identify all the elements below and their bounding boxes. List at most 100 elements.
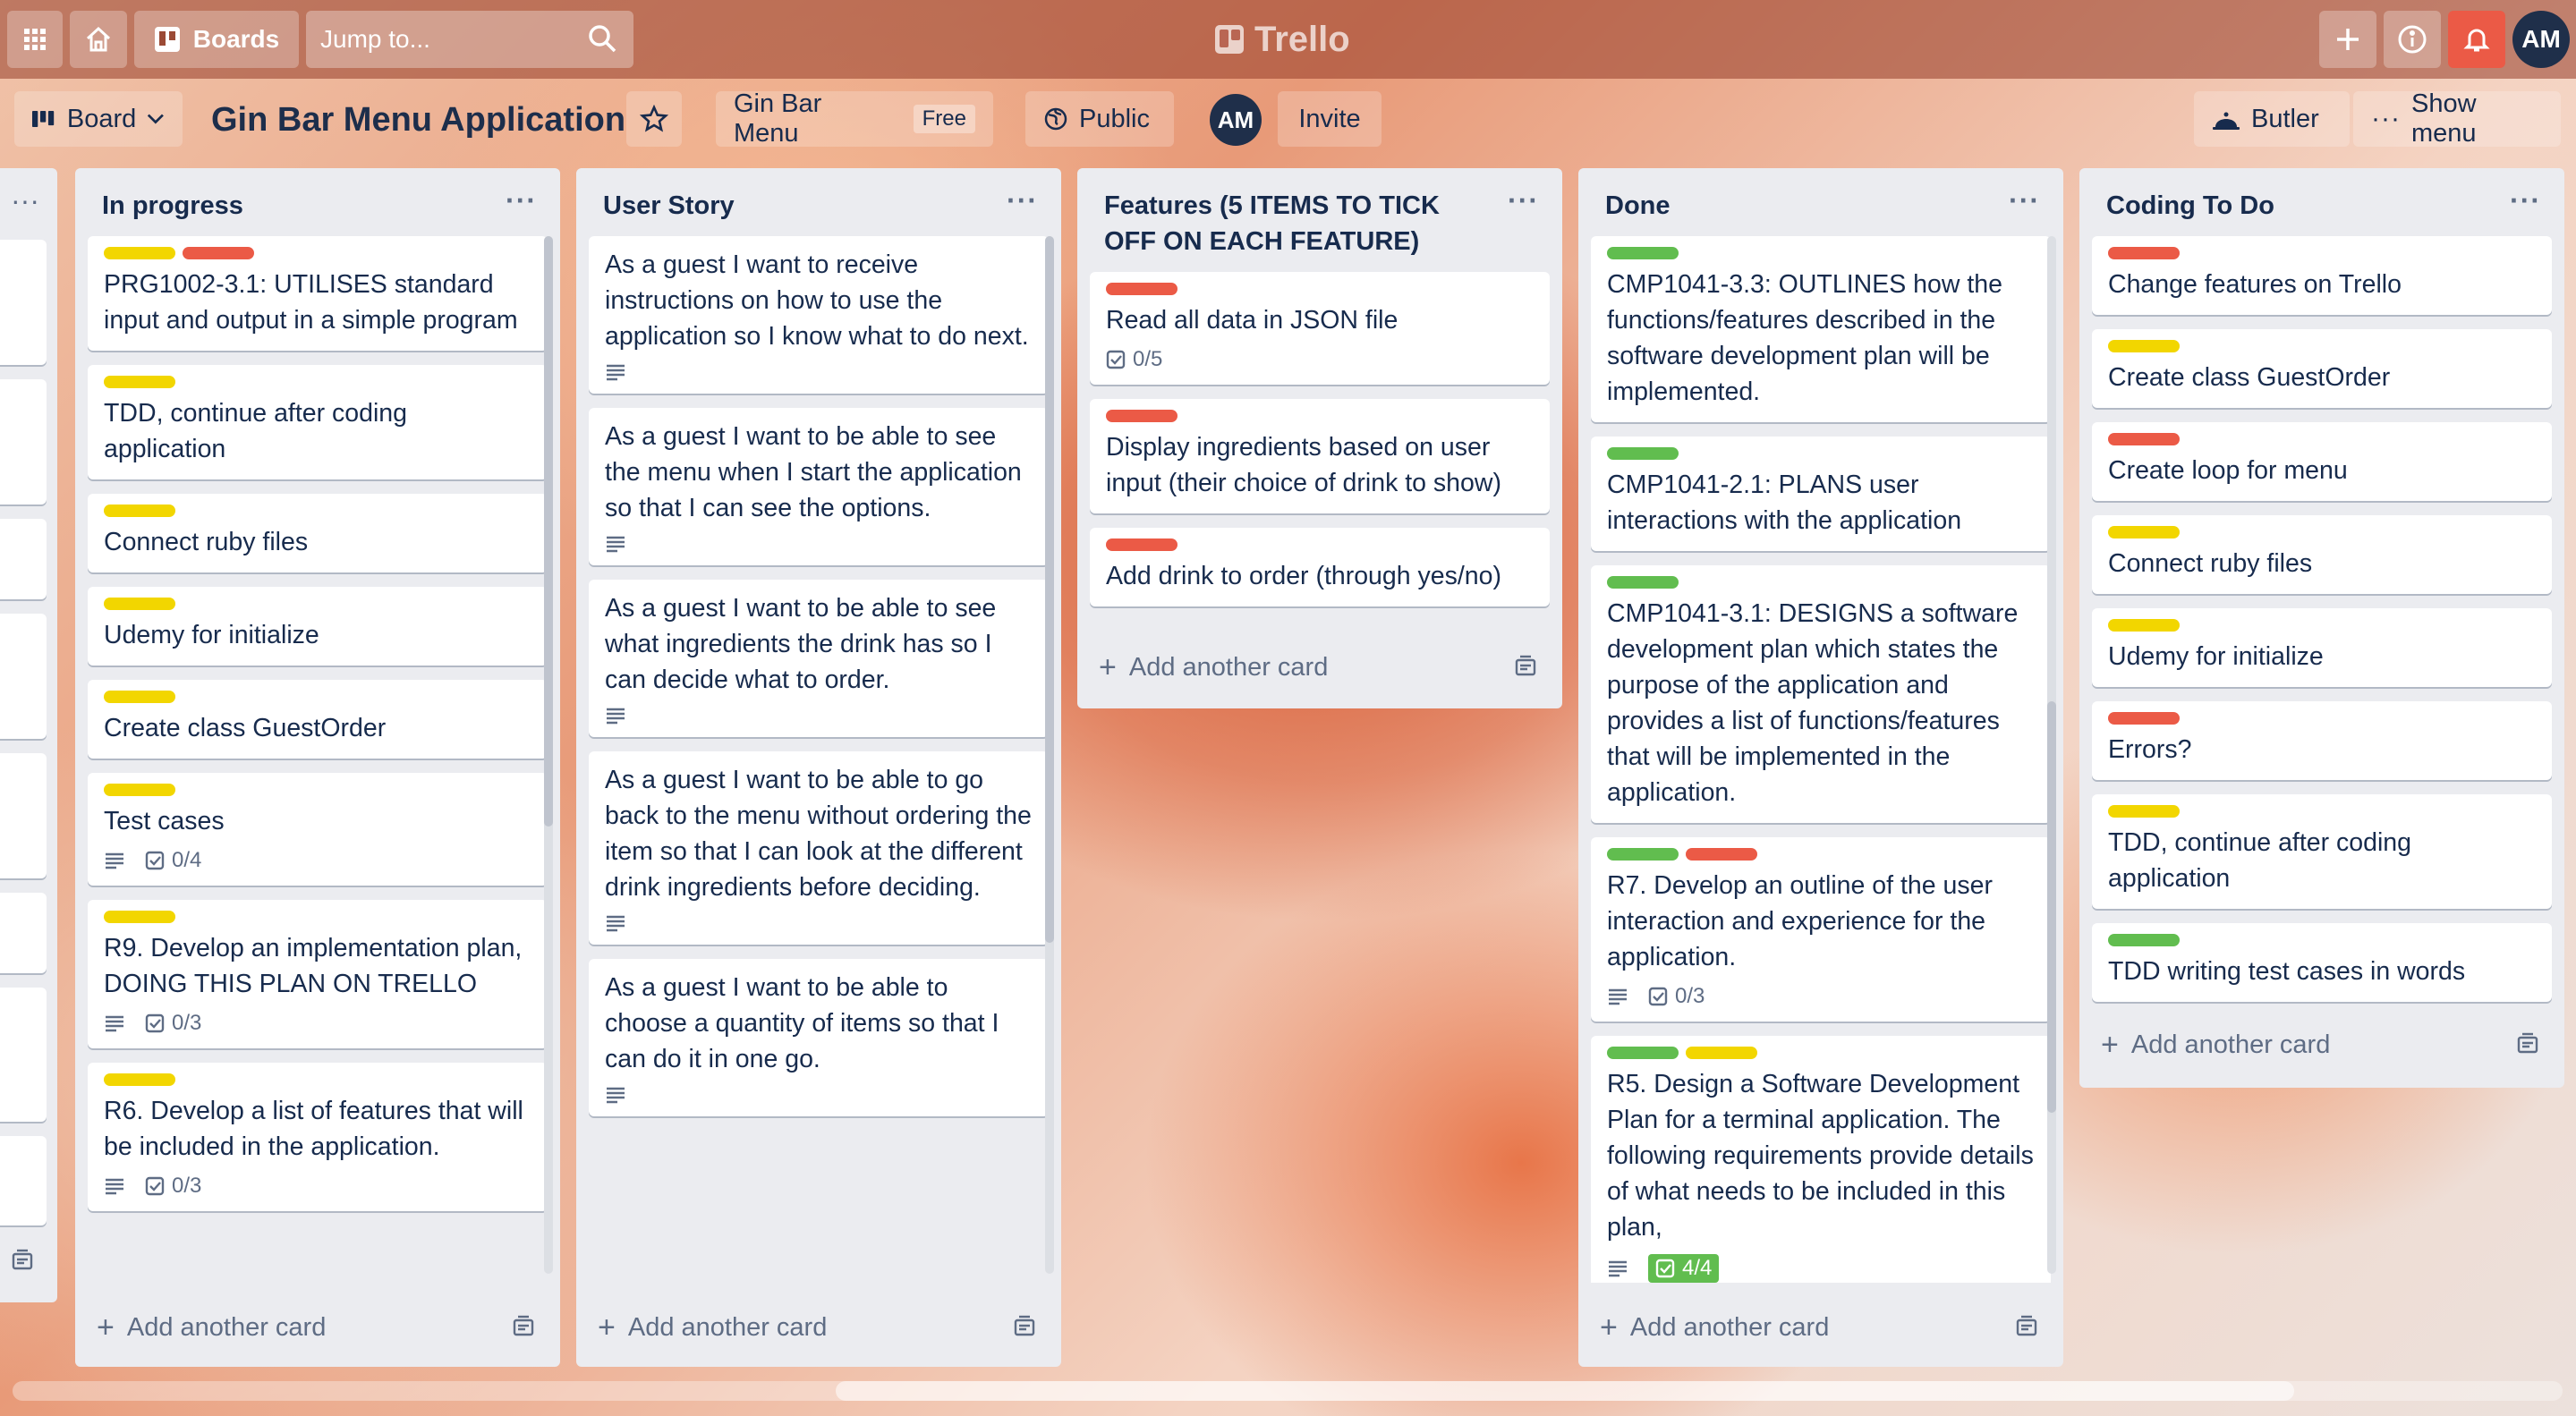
card[interactable]: Create class GuestOrder xyxy=(88,680,548,759)
trello-logo-text: Trello xyxy=(1254,19,1350,59)
top-navigation-bar: Boards Jump to... Trello AM xyxy=(0,0,2576,79)
star-board-button[interactable] xyxy=(626,91,682,147)
list-menu-icon[interactable]: ··· xyxy=(506,182,537,218)
card-template-icon[interactable] xyxy=(2015,1315,2038,1338)
board-title[interactable]: Gin Bar Menu Application xyxy=(211,93,625,147)
board-member-initials: AM xyxy=(1217,106,1254,133)
card[interactable]: Create class GuestOrder xyxy=(2092,329,2552,408)
board-view-switcher[interactable]: Board xyxy=(14,91,183,147)
card[interactable]: Udemy for initialize xyxy=(2092,608,2552,687)
info-button[interactable] xyxy=(2384,11,2441,68)
more-icon: ··· xyxy=(2371,104,2401,133)
label-yellow xyxy=(104,1073,175,1086)
add-card-button[interactable]: + Add another card xyxy=(91,1302,544,1352)
list-title[interactable]: User Story ··· xyxy=(576,168,1061,224)
list-scrollbar-thumb[interactable] xyxy=(544,236,553,827)
card[interactable]: TDD, continue after coding application xyxy=(2092,794,2552,909)
card-template-icon[interactable] xyxy=(11,1249,34,1272)
card[interactable]: As a guest I want to be able to go back … xyxy=(589,751,1049,945)
card-template-icon[interactable] xyxy=(1013,1315,1036,1338)
list-title[interactable]: Coding To Do ··· xyxy=(2079,168,2564,224)
list-menu-icon[interactable]: ··· xyxy=(2009,182,2040,218)
list-scrollbar-thumb[interactable] xyxy=(2047,701,2056,1113)
list-menu-icon[interactable]: ··· xyxy=(1007,182,1038,218)
card-container: CMP1041-3.3: OUTLINES how the functions/… xyxy=(1578,236,2063,1283)
card[interactable]: Udemy for initialize xyxy=(88,587,548,666)
card-badges xyxy=(605,535,1033,553)
jump-to-search[interactable]: Jump to... xyxy=(306,11,633,68)
card-template-icon[interactable] xyxy=(1514,655,1537,678)
add-card-button[interactable]: + Add another card xyxy=(592,1302,1045,1352)
card[interactable]: Change features on Trello xyxy=(2092,236,2552,315)
list-title[interactable]: In progress ··· xyxy=(75,168,560,224)
list-title[interactable]: Features (5 ITEMS TO TICK OFF ON EACH FE… xyxy=(1077,168,1562,259)
card[interactable]: As a guest I want to be able to see the … xyxy=(589,408,1049,565)
notifications-button[interactable] xyxy=(2448,11,2505,68)
card[interactable]: R9. Develop an implementation plan, DOIN… xyxy=(88,900,548,1048)
label-red xyxy=(1106,410,1177,422)
list-scrollbar-thumb[interactable] xyxy=(1045,236,1054,943)
description-icon xyxy=(607,536,625,553)
card[interactable]: Read all data in JSON file 0/5 xyxy=(1090,272,1550,385)
visibility-button[interactable]: Public xyxy=(1025,91,1174,147)
card[interactable]: R5. Design a Software Development Plan f… xyxy=(1591,1036,2051,1283)
card-title: Test cases xyxy=(104,807,225,835)
card[interactable]: R6. Develop a list of features that will… xyxy=(88,1063,548,1211)
card[interactable]: TDD, continue after coding application xyxy=(88,365,548,479)
card-template-icon[interactable] xyxy=(2516,1032,2539,1056)
card[interactable]: As a guest I want to receive instruction… xyxy=(589,236,1049,394)
card[interactable]: R7. Develop an outline of the user inter… xyxy=(1591,837,2051,1022)
invite-button[interactable]: Invite xyxy=(1278,91,1382,147)
list-title[interactable]: Done ··· xyxy=(1578,168,2063,224)
card[interactable]: Errors? xyxy=(2092,701,2552,780)
card-labels xyxy=(104,911,531,923)
show-menu-button[interactable]: ··· Show menu xyxy=(2353,89,2561,148)
label-yellow xyxy=(104,691,175,703)
card[interactable]: As a guest I want to be able to choose a… xyxy=(589,959,1049,1116)
card-labels xyxy=(1106,410,1534,422)
add-card-button[interactable]: + Add another card xyxy=(1594,1302,2047,1352)
user-avatar[interactable]: AM xyxy=(2512,11,2570,68)
card-badges xyxy=(605,914,1033,932)
card[interactable]: Connect ruby files xyxy=(88,494,548,572)
team-button[interactable]: Gin Bar Menu Free xyxy=(716,89,993,148)
add-card-button[interactable]: + Add another card xyxy=(1093,642,1546,692)
add-card-button[interactable]: + Add another card xyxy=(2096,1020,2548,1070)
label-green xyxy=(1607,848,1679,861)
label-red xyxy=(1106,283,1177,295)
trello-logo[interactable]: Trello xyxy=(1215,14,1350,64)
card[interactable]: CMP1041-2.1: PLANS user interactions wit… xyxy=(1591,437,2051,551)
card[interactable]: Display ingredients based on user input … xyxy=(1090,399,1550,513)
list-menu-icon[interactable]: ··· xyxy=(11,184,39,217)
card-title: Connect ruby files xyxy=(104,528,309,556)
create-button[interactable] xyxy=(2319,11,2376,68)
butler-button[interactable]: Butler xyxy=(2194,91,2350,147)
card[interactable]: CMP1041-3.1: DESIGNS a software developm… xyxy=(1591,565,2051,823)
card-title: Create class GuestOrder xyxy=(2108,363,2391,392)
label-red xyxy=(2108,433,2180,445)
card[interactable]: Create loop for menu xyxy=(2092,422,2552,501)
board-horizontal-scrollbar[interactable] xyxy=(13,1381,2563,1401)
list-menu-icon[interactable]: ··· xyxy=(1508,182,1539,218)
card[interactable]: Add drink to order (through yes/no) xyxy=(1090,528,1550,606)
list-menu-icon[interactable]: ··· xyxy=(2510,182,2541,218)
home-button[interactable] xyxy=(70,11,127,68)
board-scrollbar-thumb[interactable] xyxy=(836,1381,2294,1401)
team-name: Gin Bar Menu xyxy=(734,89,822,148)
card[interactable]: PRG1002-3.1: UTILISES standard input and… xyxy=(88,236,548,351)
card[interactable]: As a guest I want to be able to see what… xyxy=(589,580,1049,737)
checklist-icon xyxy=(1648,987,1668,1006)
card-labels xyxy=(2108,247,2536,259)
card-labels xyxy=(2108,433,2536,445)
card[interactable]: Test cases 0/4 xyxy=(88,773,548,886)
boards-button[interactable]: Boards xyxy=(134,11,299,68)
card[interactable]: CMP1041-3.3: OUTLINES how the functions/… xyxy=(1591,236,2051,422)
apps-grid-button[interactable] xyxy=(7,11,63,68)
board-member-avatar[interactable]: AM xyxy=(1210,94,1262,146)
label-yellow xyxy=(104,376,175,388)
checklist-badge: 0/5 xyxy=(1106,347,1162,372)
card[interactable]: TDD writing test cases in words xyxy=(2092,923,2552,1002)
list-in-progress: In progress ··· PRG1002-3.1: UTILISES st… xyxy=(75,168,560,1367)
card-template-icon[interactable] xyxy=(512,1315,535,1338)
card[interactable]: Connect ruby files xyxy=(2092,515,2552,594)
